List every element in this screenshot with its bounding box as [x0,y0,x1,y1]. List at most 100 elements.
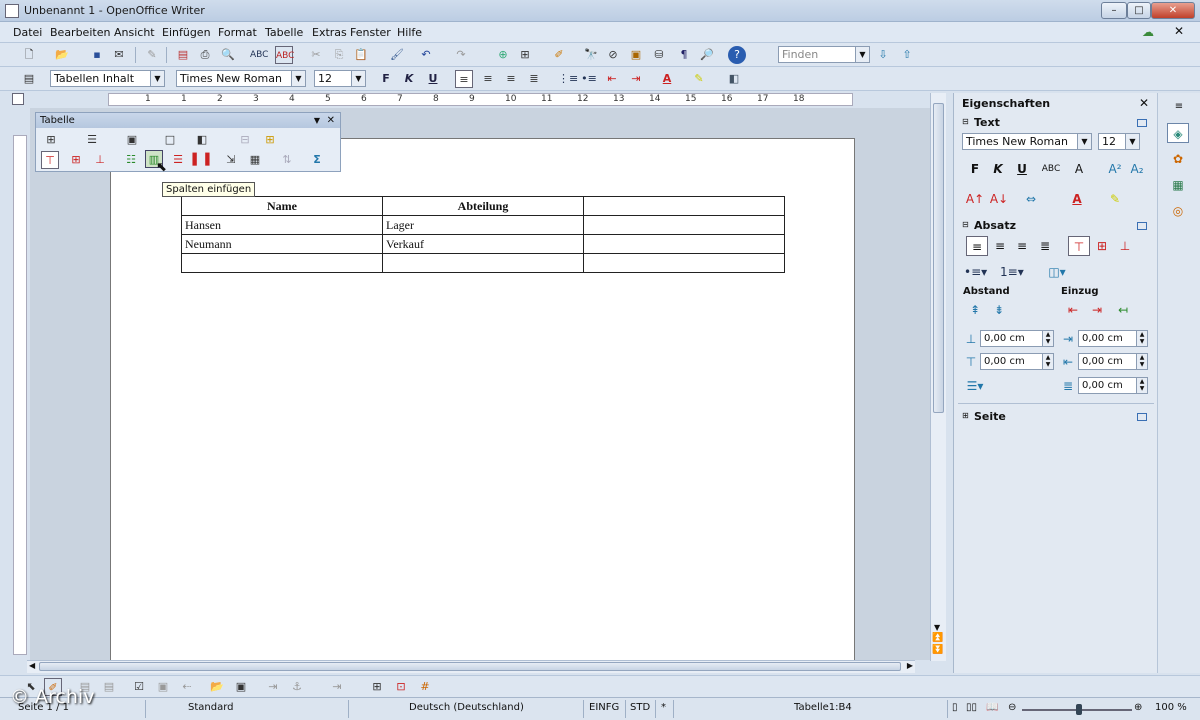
bring-front-icon[interactable]: ▣ [154,678,172,696]
decrease-indent-icon[interactable]: ⇥ [1086,300,1108,320]
scroll-down-icon[interactable]: ▼ [934,623,940,632]
multi-page-view-icon[interactable]: ▯▯ [966,702,977,713]
single-page-view-icon[interactable]: ▯ [952,702,958,713]
horizontal-scrollbar[interactable]: ◀ ▶ [27,660,915,673]
align-bottom-icon[interactable]: ⊥ [91,151,109,169]
horizontal-ruler[interactable]: 1 1 2 3 4 5 6 7 8 9 10 11 12 13 14 15 16 17 18 [108,93,853,106]
gallery-tab-icon[interactable]: ▦ [1167,175,1189,195]
paragraph-background-icon[interactable]: ◫▾ [1046,262,1068,282]
insert-mode[interactable]: EINFG [589,702,619,713]
menu-hilfe[interactable]: Hilfe [397,26,422,39]
table-floating-toolbar[interactable]: Tabelle ▼ ✕ ⊞ ☰ ▣ □ ◧ ⊟ ⊞ ⊤ ⊞ ⊥ ☷ ▥ ☰ ▌▐… [35,112,341,172]
table-cell[interactable]: Verkauf [382,234,584,254]
background-color-icon[interactable]: ◧ [193,131,211,149]
find-input[interactable]: Finden ▼ [778,46,870,63]
align-right-icon[interactable]: ≡ [1011,236,1033,256]
strikethrough-icon[interactable]: ABC [1040,159,1062,179]
text-section-header[interactable]: Text [974,116,1000,129]
increase-indent-icon[interactable]: ⇤ [1062,300,1084,320]
table-cell[interactable]: Hansen [181,215,383,235]
split-cells-icon[interactable]: ⊞ [261,131,279,149]
language-indicator[interactable]: Deutsch (Deutschland) [409,702,524,713]
align-middle-icon[interactable]: ⊞ [67,151,85,169]
shadow-icon[interactable]: A [1068,159,1090,179]
print-preview-icon[interactable]: 🔍 [219,46,237,64]
update-icon[interactable]: ☁ [1142,25,1154,39]
background-color-icon[interactable]: ◧ [725,70,743,88]
justify-icon[interactable]: ≣ [1034,236,1056,256]
navigator-tab-icon[interactable]: ◎ [1167,201,1189,221]
table-properties-icon[interactable]: ▦ [246,151,264,169]
align-center-icon[interactable]: ≡ [479,70,497,88]
zoom-out-icon[interactable]: ⊖ [1008,702,1016,713]
scroll-left-icon[interactable]: ◀ [29,661,35,670]
pdf-export-icon[interactable]: ▤ [174,46,192,64]
properties-tab-icon[interactable]: ◈ [1167,123,1189,143]
chevron-down-icon[interactable]: ▼ [1125,134,1139,149]
undo-icon[interactable]: ↶ [417,46,435,64]
vertical-ruler[interactable] [13,135,27,655]
clone-format-icon[interactable]: 🖌 [388,46,406,64]
page-section-header[interactable]: Seite [974,410,1006,423]
table-cell[interactable] [583,215,785,235]
autospellcheck-icon[interactable]: ABC [275,46,294,64]
anchor-icon[interactable]: ⚓ [288,678,306,696]
increase-indent-icon[interactable]: ⇥ [627,70,645,88]
align-middle-icon[interactable]: ⊞ [1091,236,1113,256]
line-spacing-icon[interactable]: ☰▾ [964,376,986,396]
collapse-icon[interactable]: ⊟ [962,220,969,229]
more-options-icon[interactable] [1137,222,1147,230]
spellcheck-icon[interactable]: ABC [250,46,268,64]
table-cell[interactable]: Lager [382,215,584,235]
menu-bearbeiten[interactable]: Bearbeiten [50,26,110,39]
table-header-cell[interactable]: Name [181,196,383,216]
first-line-indent-field[interactable]: 0,00 cm ▲ ▼ [1078,377,1148,394]
tab-stop-selector[interactable] [12,93,24,105]
highlight-icon[interactable]: ✎ [690,70,708,88]
chevron-down-icon[interactable]: ▼ [150,71,164,86]
before-text-indent-field[interactable]: 0,00 cm ▲ ▼ [1078,330,1148,347]
menu-tabelle[interactable]: Tabelle [265,26,303,39]
cut-icon[interactable]: ✂ [307,46,325,64]
new-icon[interactable]: 🗋 [20,46,38,64]
find-previous-icon[interactable]: ⇧ [898,46,916,64]
next-page-icon[interactable]: ⏬ [932,645,943,655]
align-objects-icon[interactable]: ⇥ [264,678,282,696]
open-icon[interactable]: 📂 [53,46,71,64]
zoom-icon[interactable]: 🔎 [698,46,716,64]
subscript-icon[interactable]: A₂ [1126,159,1148,179]
sidebar-underline-button[interactable]: U [1011,159,1033,179]
table-icon[interactable]: ⊞ [516,46,534,64]
wrap-page-icon[interactable]: ▤ [100,678,118,696]
collapse-icon[interactable]: ⊟ [962,117,969,126]
previous-page-icon[interactable]: ⏫ [932,633,943,643]
bullets-icon[interactable]: •≡ [580,70,598,88]
align-left-icon[interactable]: ≡ [455,70,473,88]
chevron-down-icon[interactable]: ▼ [855,47,869,62]
close-icon[interactable]: ✕ [1139,96,1149,110]
scroll-right-icon[interactable]: ▶ [907,661,913,670]
redo-icon[interactable]: ↷ [452,46,470,64]
align-right-icon[interactable]: ≡ [502,70,520,88]
table-cell[interactable] [583,253,785,273]
from-file-icon[interactable]: 📂 [208,678,226,696]
border-color-icon[interactable]: ▣ [123,131,141,149]
font-size-select[interactable]: 12 ▼ [314,70,366,87]
navigator-icon[interactable]: ⊘ [604,46,622,64]
minimize-button[interactable]: – [1101,2,1127,19]
expand-icon[interactable]: ⊞ [962,411,969,420]
edit-mode-icon[interactable]: ✎ [143,46,161,64]
merge-cells-icon[interactable]: ⊟ [236,131,254,149]
table-cell[interactable] [382,253,584,273]
hyperlink-icon[interactable]: ⊕ [494,46,512,64]
vertical-scrollbar[interactable]: ▼ ⏫ ⏬ [930,93,946,661]
align-center-icon[interactable]: ≡ [989,236,1011,256]
styles-tab-icon[interactable]: ✿ [1167,149,1189,169]
increase-spacing-icon[interactable]: ⇞ [964,300,986,320]
menu-extras[interactable]: Extras [312,26,347,39]
gallery-icon[interactable]: ▣ [627,46,645,64]
numbering-icon[interactable]: ⋮≡ [558,70,578,88]
gallery-icon[interactable]: ▣ [232,678,250,696]
above-spacing-field[interactable]: 0,00 cm ▲ ▼ [980,330,1054,347]
send-back-icon[interactable]: ⇠ [178,678,196,696]
